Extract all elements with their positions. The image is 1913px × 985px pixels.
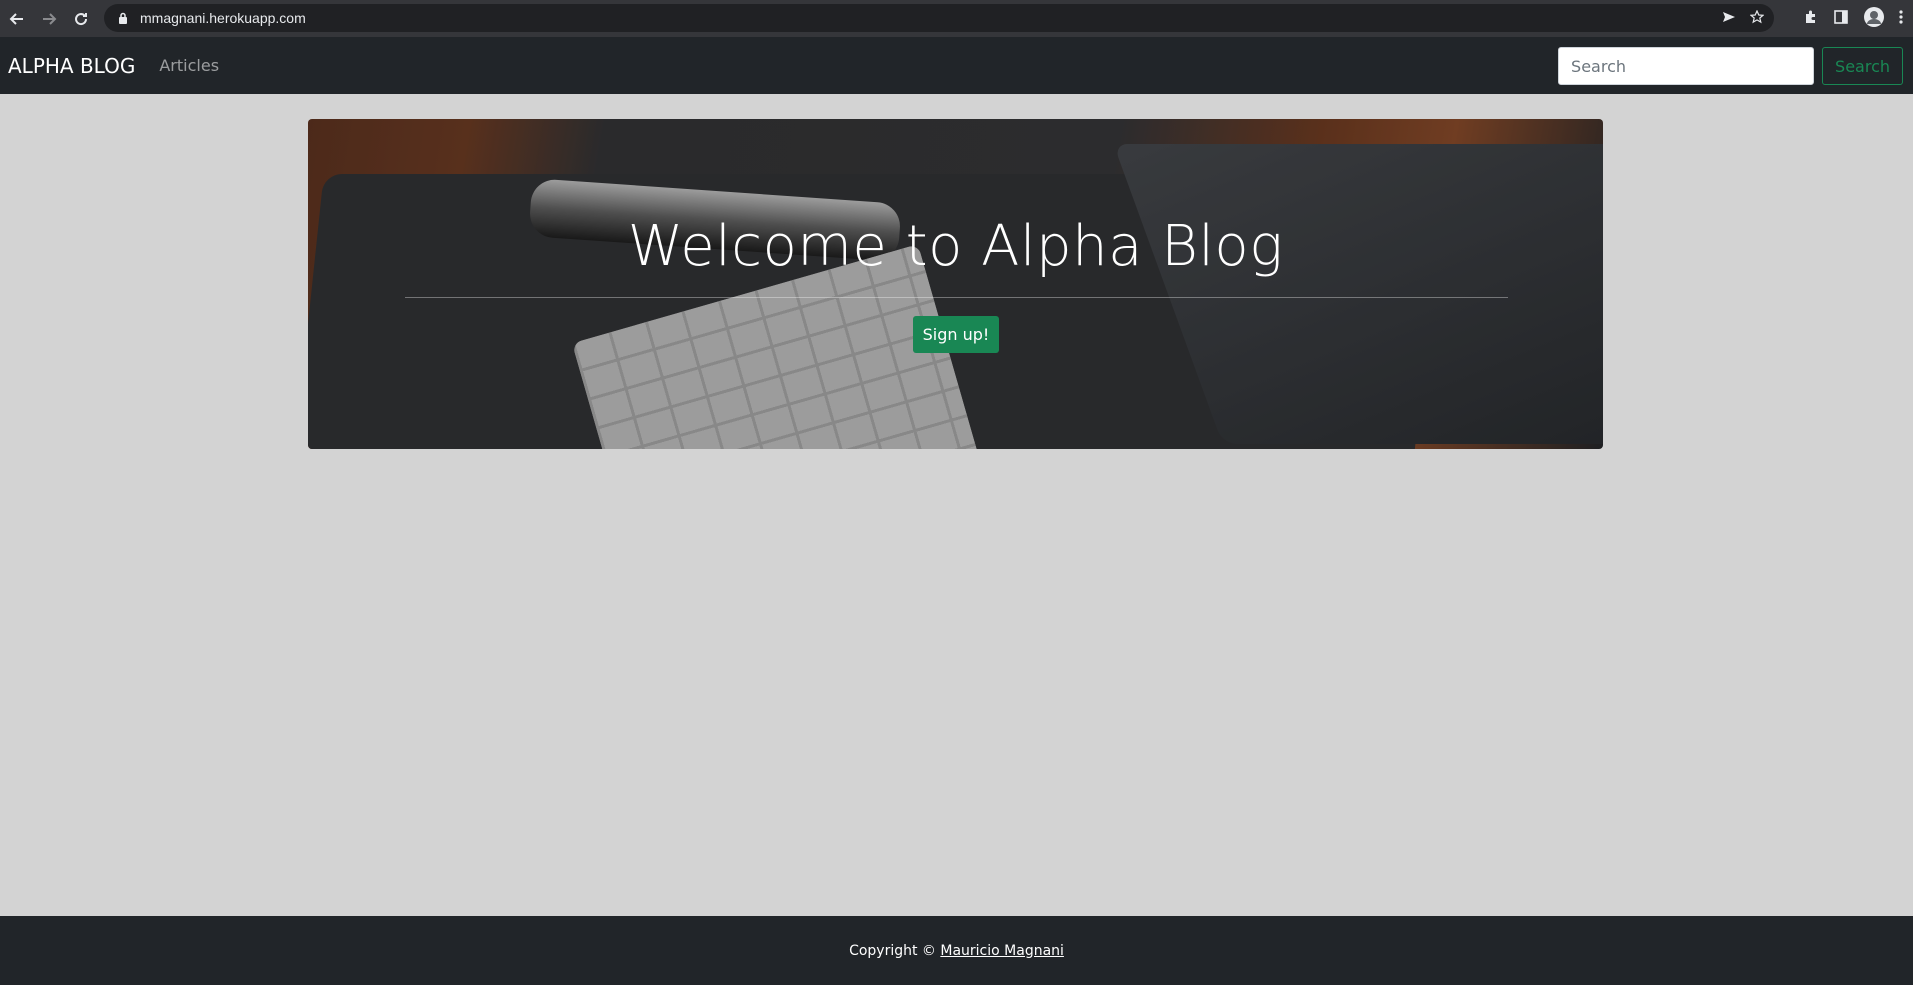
- copyright-text: Copyright ©: [849, 942, 936, 959]
- author-link[interactable]: Mauricio Magnani: [940, 943, 1064, 959]
- search-input[interactable]: [1558, 47, 1815, 85]
- hero-overlay: [308, 119, 1603, 449]
- search-button[interactable]: Search: [1822, 47, 1903, 85]
- hero-title: Welcome to Alpha Blog: [627, 214, 1284, 279]
- hero-divider: [405, 297, 1508, 298]
- send-icon[interactable]: [1722, 9, 1736, 28]
- site-footer: Copyright © Mauricio Magnani: [0, 916, 1913, 985]
- site-navbar: ALPHA BLOG Articles Search: [0, 37, 1913, 94]
- browser-toolbar: mmagnani.herokuapp.com: [0, 0, 1913, 37]
- arrow-left-icon[interactable]: [2, 4, 32, 34]
- arrow-right-icon[interactable]: [34, 4, 64, 34]
- reload-icon[interactable]: [66, 4, 96, 34]
- avatar-icon[interactable]: [1863, 6, 1885, 32]
- hero-banner: Welcome to Alpha Blog Sign up!: [308, 119, 1603, 449]
- address-bar[interactable]: mmagnani.herokuapp.com: [104, 4, 1774, 32]
- star-icon[interactable]: [1749, 9, 1765, 28]
- puzzle-icon[interactable]: [1803, 9, 1819, 29]
- search-form: Search: [1558, 47, 1903, 85]
- lock-icon: [116, 11, 130, 25]
- url-text: mmagnani.herokuapp.com: [140, 10, 306, 26]
- signup-button[interactable]: Sign up!: [913, 316, 999, 353]
- nav-link-articles[interactable]: Articles: [159, 56, 219, 75]
- brand-link[interactable]: ALPHA BLOG: [8, 54, 135, 78]
- side-panel-icon[interactable]: [1833, 9, 1849, 29]
- kebab-menu-icon[interactable]: [1899, 9, 1903, 29]
